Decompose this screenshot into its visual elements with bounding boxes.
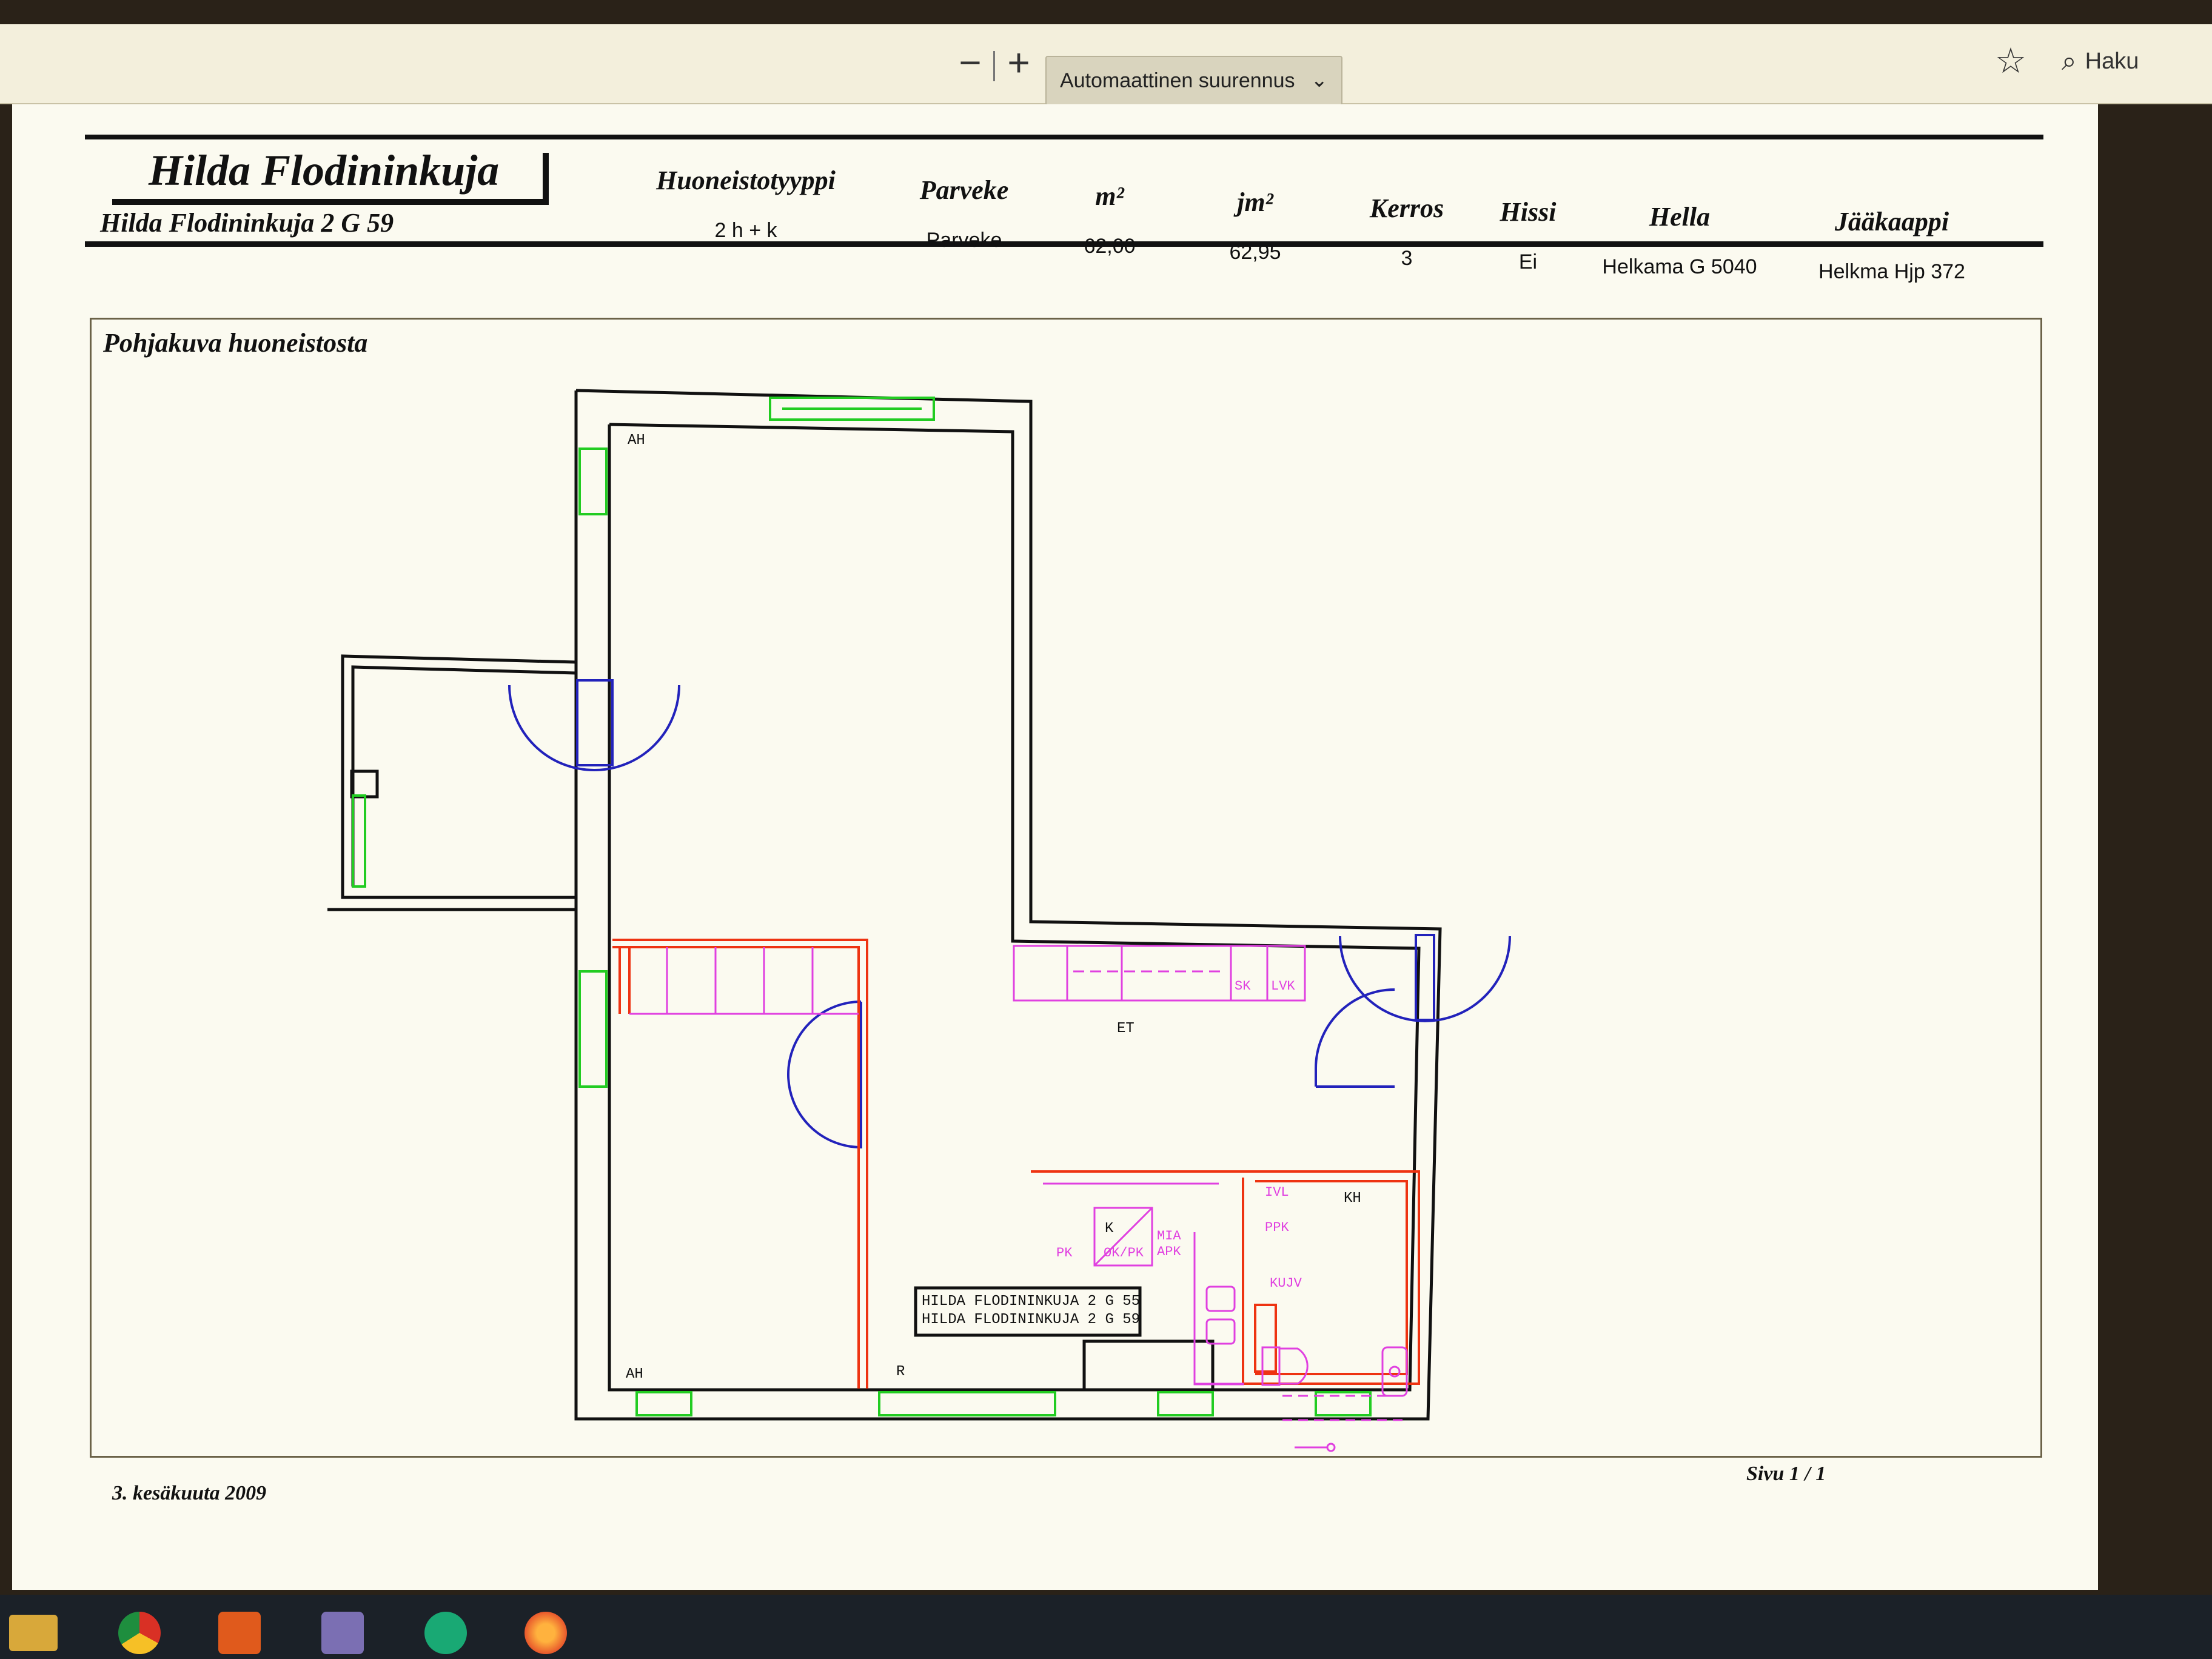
zoom-select[interactable]: Automaattinen suurennus ⌄ xyxy=(1045,56,1342,106)
label-ah-bottom: AH xyxy=(626,1366,643,1382)
file-explorer-icon[interactable] xyxy=(0,1607,67,1659)
door-swing xyxy=(508,685,680,771)
door-swing xyxy=(1315,988,1395,1087)
mail-app-icon[interactable] xyxy=(309,1607,376,1659)
stamp-line-1: HILDA FLODININKUJA 2 G 55 xyxy=(922,1293,1140,1310)
plan-labels: AH AH R ET K KH xyxy=(626,432,1361,1382)
label-ok-pk: OK/PK xyxy=(1104,1245,1144,1261)
window xyxy=(578,970,608,1088)
floor-plan-drawing: AH AH R ET K KH SK LVK PK OK/PK MIA APK … xyxy=(327,389,1511,1452)
bedroom-wall xyxy=(612,939,868,1389)
window xyxy=(878,1391,1056,1416)
window xyxy=(352,794,366,888)
label-et: ET xyxy=(1117,1021,1134,1037)
toilet-bowl xyxy=(1279,1347,1309,1385)
label-kh: KH xyxy=(1344,1190,1361,1207)
inner-wall-line xyxy=(608,423,1421,1392)
pdf-page: Hilda Flodininkuja Hilda Flodininkuja 2 … xyxy=(12,104,2098,1590)
windows xyxy=(352,397,1372,1416)
fixture-labels: SK LVK PK OK/PK MIA APK IVL PPK KUJV xyxy=(1056,979,1302,1291)
search-button[interactable]: ⌕ Haku xyxy=(2062,46,2139,76)
label-pk: PK xyxy=(1056,1245,1073,1261)
kitchen-counter-edge xyxy=(1082,1339,1215,1390)
floor-drain xyxy=(1326,1443,1336,1452)
label-mia: MIA xyxy=(1157,1228,1181,1244)
label-ivl: IVL xyxy=(1265,1185,1289,1200)
stamp-line-2: HILDA FLODININKUJA 2 G 59 xyxy=(922,1312,1140,1328)
fixtures xyxy=(629,945,1408,1452)
label-kujv: KUJV xyxy=(1270,1276,1302,1291)
label-ah-top: AH xyxy=(628,432,645,449)
walls xyxy=(327,389,1442,1421)
bath-cabinet xyxy=(1254,1304,1277,1373)
label-k: K xyxy=(1105,1221,1114,1237)
label-ppk: PPK xyxy=(1265,1220,1289,1235)
media-player-icon[interactable] xyxy=(206,1607,273,1659)
taskbar xyxy=(0,1595,2212,1659)
window xyxy=(1157,1391,1214,1416)
firefox-icon[interactable] xyxy=(512,1607,579,1659)
door-swing xyxy=(1339,936,1511,1022)
doors xyxy=(508,679,1511,1149)
hall-closets xyxy=(1013,945,1306,1002)
balcony-inner-line xyxy=(351,665,577,886)
label-sk: SK xyxy=(1235,979,1251,994)
footer-page-number: Sivu 1 / 1 xyxy=(1746,1463,1826,1485)
label-lvk: LVK xyxy=(1271,979,1295,994)
label-r: R xyxy=(896,1364,905,1380)
chevron-down-icon: ⌄ xyxy=(1310,69,1329,92)
footer-date: 3. kesäkuuta 2009 xyxy=(112,1482,267,1504)
window xyxy=(578,447,608,515)
kitchen-sink xyxy=(1205,1285,1236,1312)
zoom-in-button[interactable]: + xyxy=(1000,41,1037,84)
search-label: Haku xyxy=(2085,48,2139,74)
label-apk: APK xyxy=(1157,1244,1181,1259)
window xyxy=(635,1391,692,1416)
stamp: HILDA FLODININKUJA 2 G 55 HILDA FLODININ… xyxy=(922,1293,1140,1328)
zoom-out-button[interactable]: − xyxy=(955,41,985,84)
at-sign-app-icon[interactable] xyxy=(412,1607,479,1659)
door-frame xyxy=(576,679,614,766)
balcony-post xyxy=(350,769,379,799)
outer-wall xyxy=(574,389,1442,1421)
zoom-select-value: Automaattinen suurennus xyxy=(1060,69,1295,92)
toolbar-separator xyxy=(993,51,995,81)
door-swing xyxy=(787,1000,862,1149)
bookmark-star-icon[interactable]: ☆ xyxy=(1995,40,2026,81)
chrome-icon[interactable] xyxy=(106,1607,173,1659)
search-icon: ⌕ xyxy=(2062,46,2077,76)
